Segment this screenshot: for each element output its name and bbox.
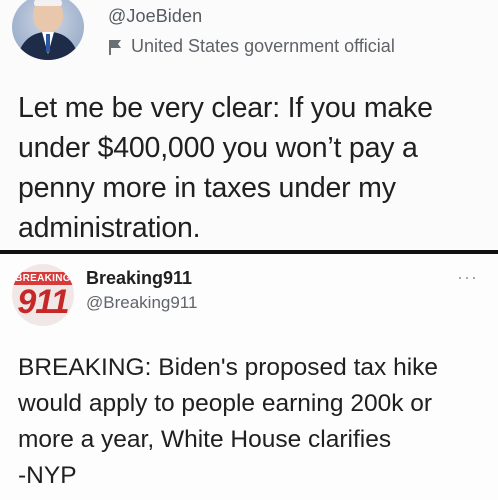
tweet-text-line: penny more in taxes under my <box>18 172 396 204</box>
tweet-text-line: BREAKING: Biden's proposed tax hike <box>18 354 439 381</box>
more-options-icon[interactable]: ··· <box>457 268 478 286</box>
avatar-tie <box>46 34 50 52</box>
tweet-card-breaking911[interactable]: BREAKING 911 Breaking911 @Breaking911 ··… <box>0 254 498 500</box>
avatar-hair <box>34 0 62 6</box>
flag-icon <box>109 39 121 55</box>
tweet-text-line: more a year, White House clarifies <box>18 426 392 453</box>
government-label-text: United States government official <box>131 36 395 56</box>
avatar-number: 911 <box>17 283 69 321</box>
tweet-text-line: under $400,000 you won’t pay a <box>18 132 418 164</box>
tweet-text-line: -NYP <box>18 462 77 489</box>
avatar-breaking911[interactable]: BREAKING 911 <box>12 264 74 326</box>
avatar-joebiden[interactable] <box>12 0 84 60</box>
tweet-text: Let me be very clear: If you make under … <box>18 88 488 248</box>
tweet-text-line: Let me be very clear: If you make <box>18 92 433 124</box>
tweet-text: BREAKING: Biden's proposed tax hike woul… <box>18 350 488 494</box>
tweet-text-line: administration. <box>18 212 201 244</box>
tweet-handle[interactable]: @JoeBiden <box>108 6 202 27</box>
tweet-handle[interactable]: @Breaking911 <box>86 293 197 313</box>
government-label: United States government official <box>108 36 395 57</box>
tweet-display-name[interactable]: Breaking911 <box>86 268 192 289</box>
tweet-card-joebiden[interactable]: @JoeBiden United States government offic… <box>0 0 498 251</box>
tweet-text-line: would apply to people earning 200k or <box>18 390 433 417</box>
